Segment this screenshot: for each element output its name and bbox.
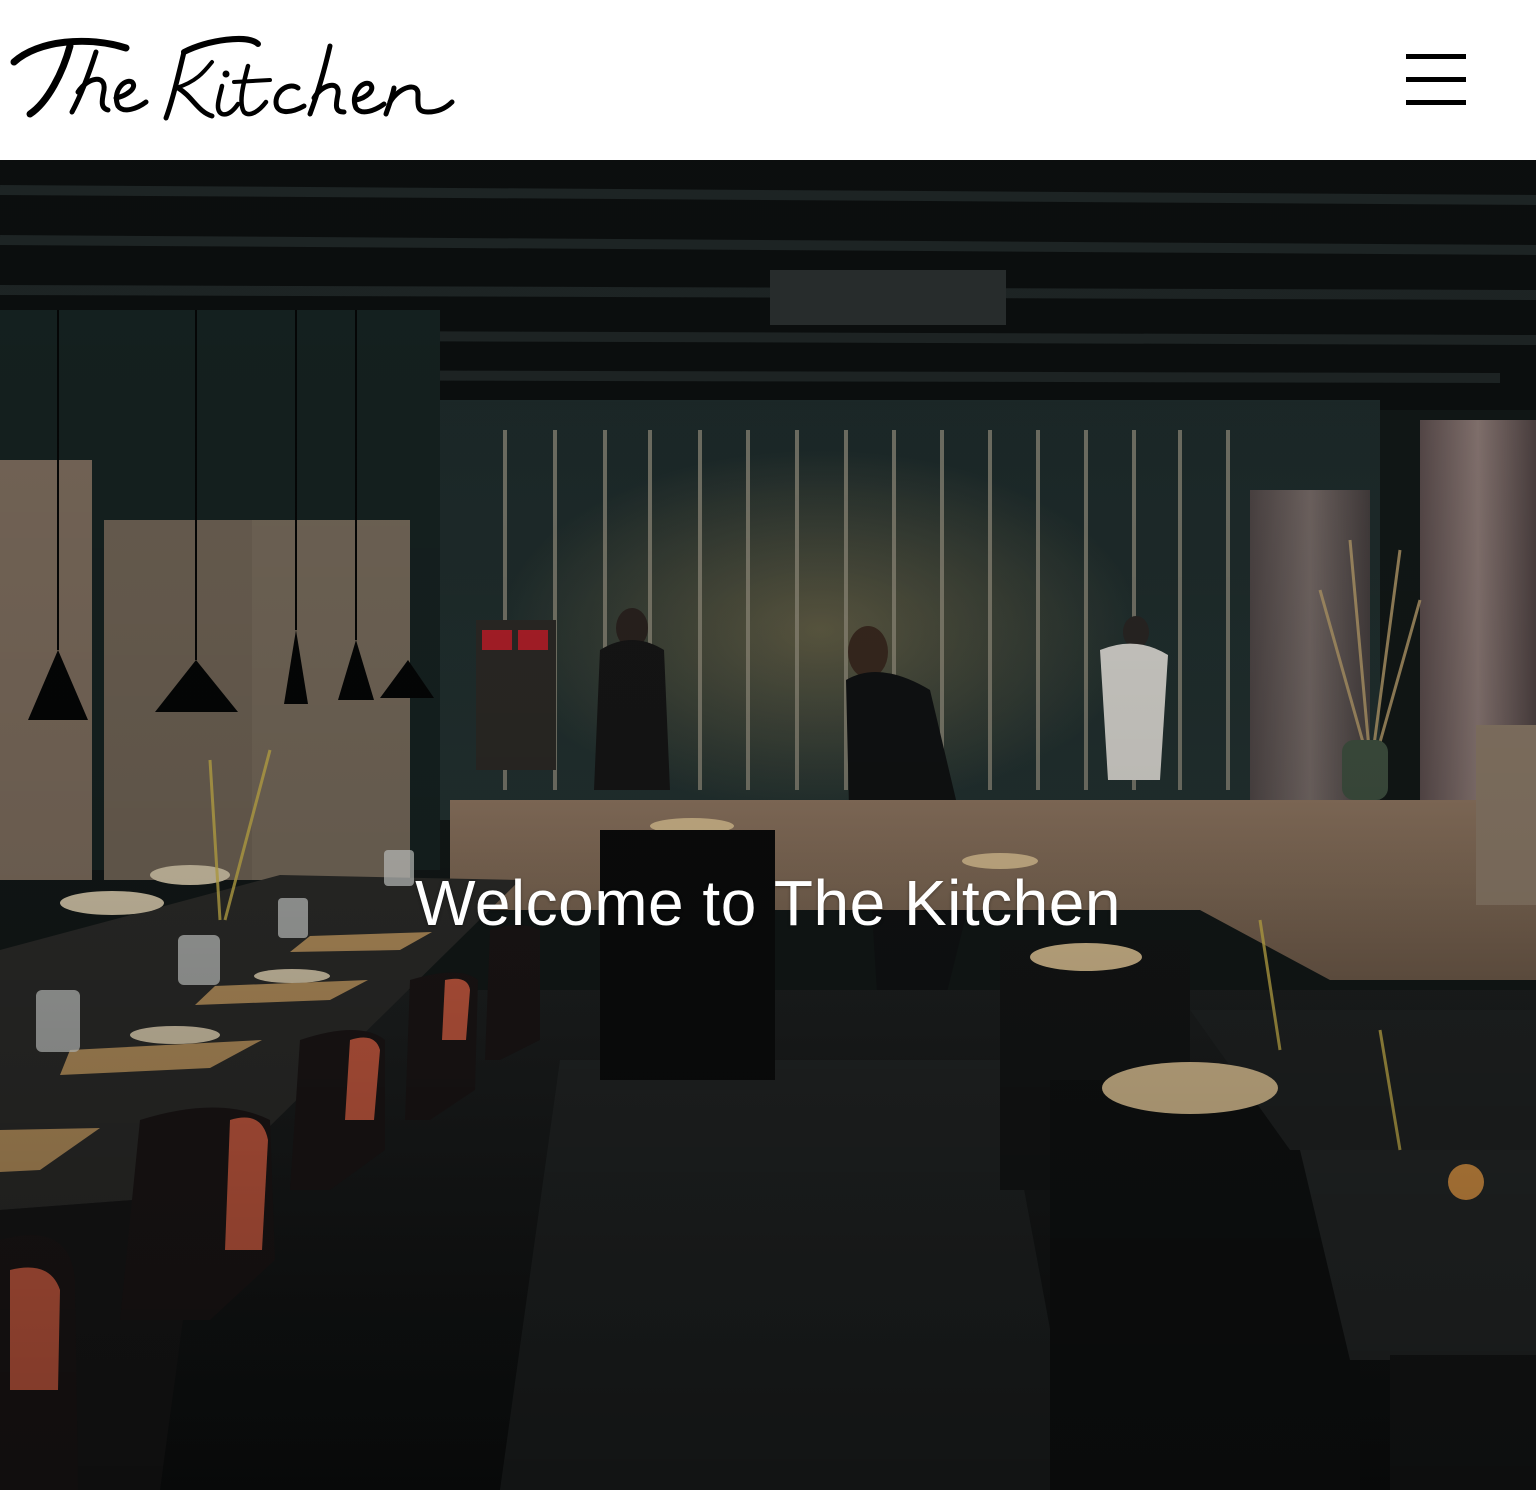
- hero-title: Welcome to The Kitchen: [415, 867, 1121, 939]
- script-logo-wordmark: [10, 36, 455, 121]
- hero-section: Welcome to The Kitchen: [0, 160, 1536, 1490]
- site-header: [0, 0, 1536, 160]
- menu-bar-middle: [1406, 77, 1466, 82]
- menu-bar-bottom: [1406, 100, 1466, 105]
- hamburger-menu-icon[interactable]: [1398, 48, 1474, 112]
- hero-overlay: [0, 160, 1536, 1490]
- site-logo[interactable]: [8, 22, 458, 132]
- menu-bar-top: [1406, 54, 1466, 59]
